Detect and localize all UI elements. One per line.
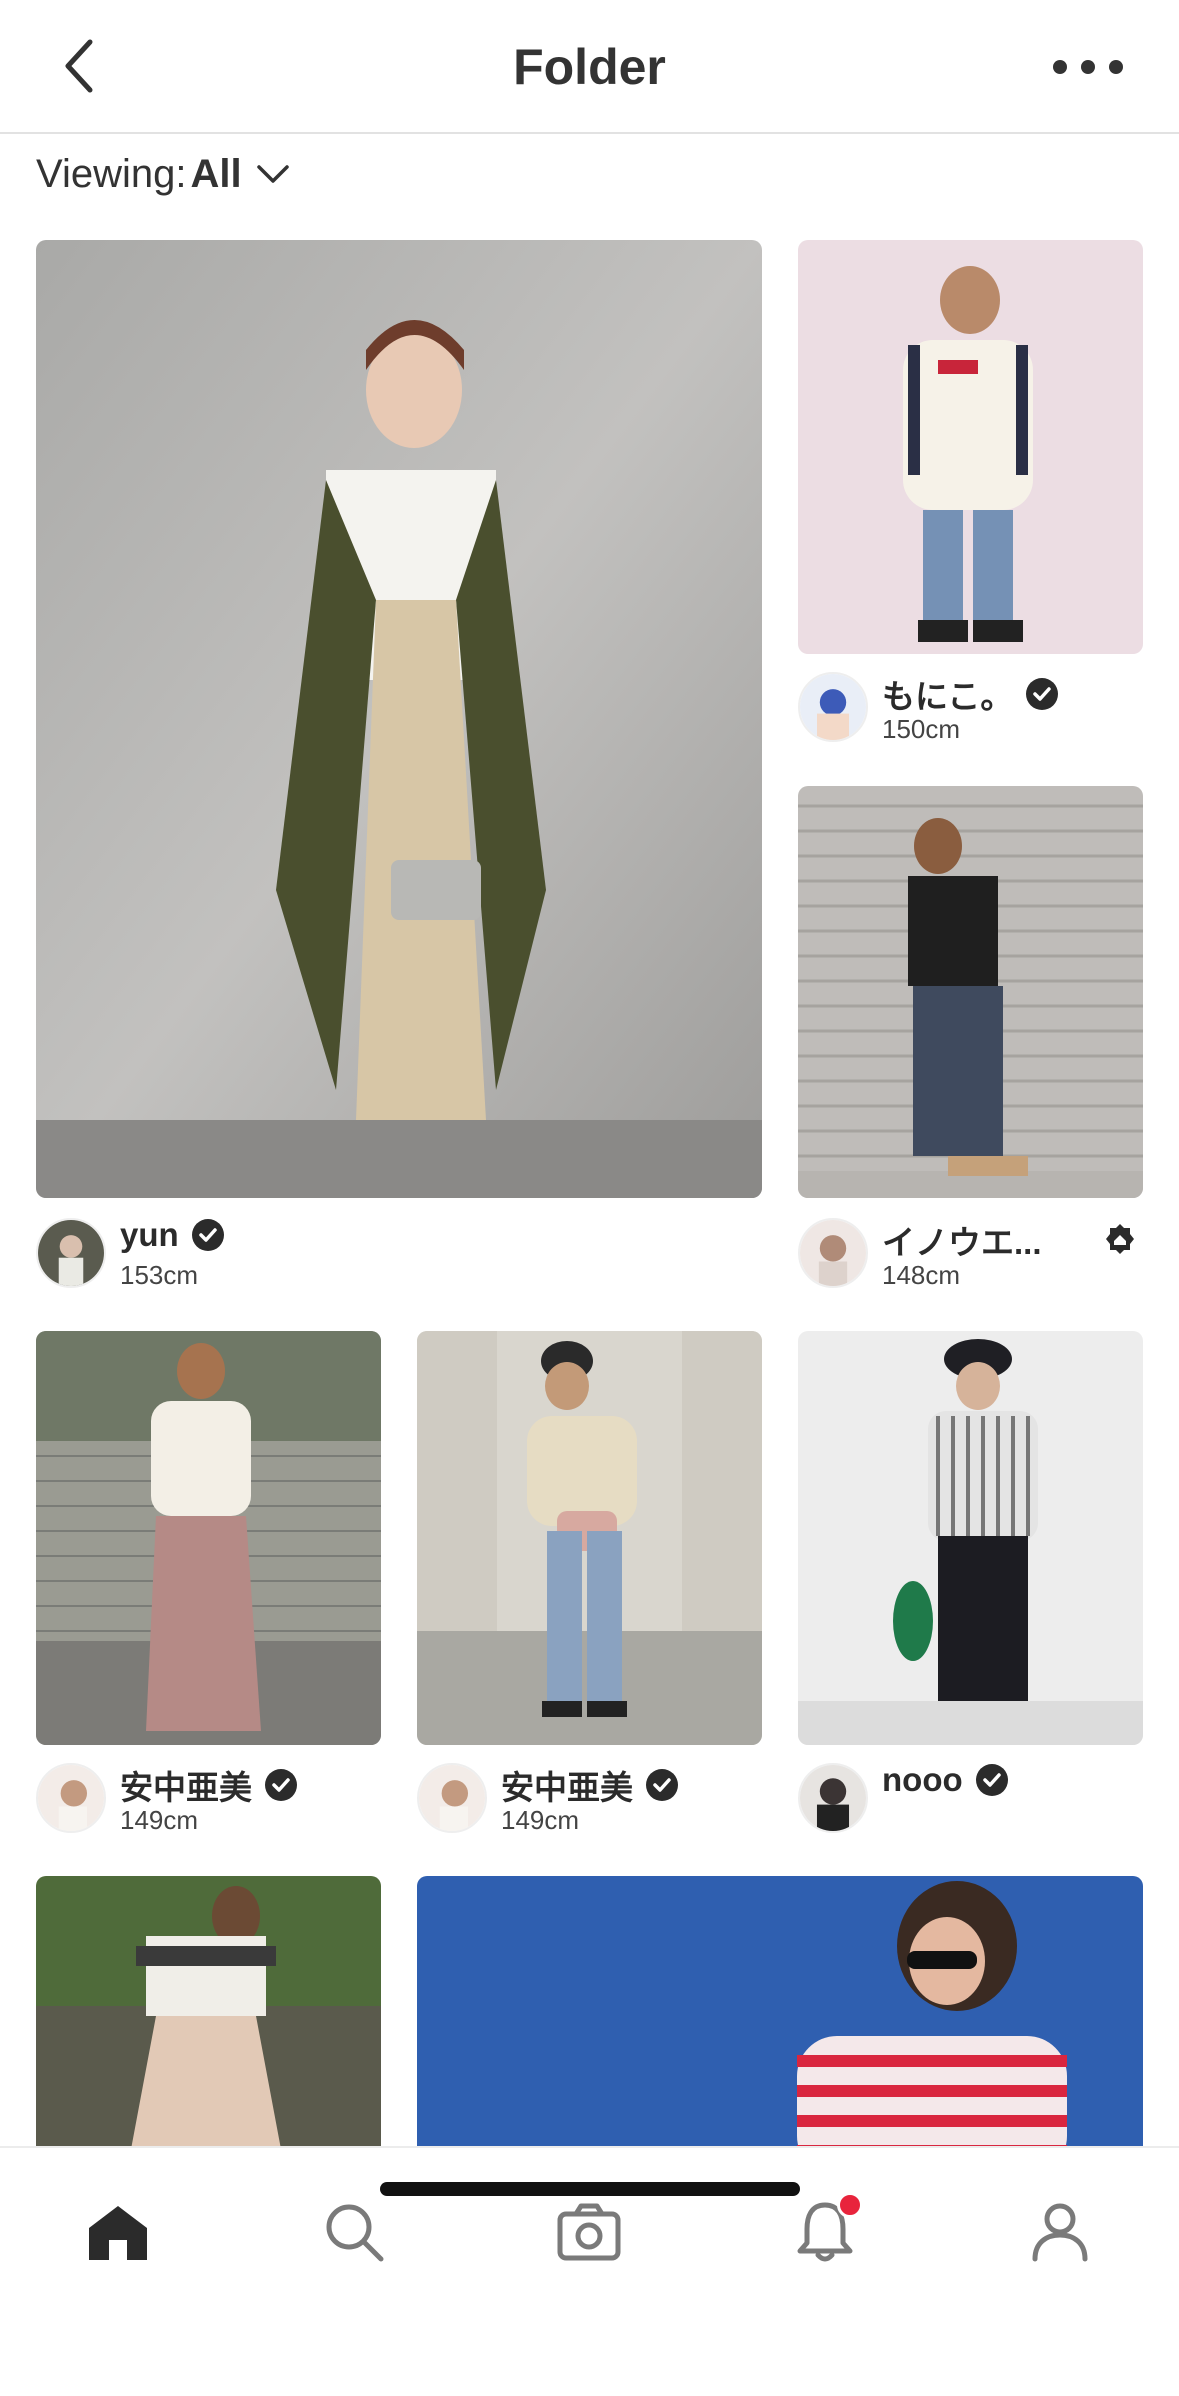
ellipsis-icon: [1053, 60, 1067, 74]
tab-search[interactable]: [314, 2192, 394, 2272]
more-options-button[interactable]: [1053, 50, 1123, 84]
post-card[interactable]: 安中亜美 149cm: [36, 1331, 381, 1841]
post-image[interactable]: [36, 240, 762, 1198]
post-image[interactable]: [36, 1876, 381, 2146]
top-nav-bar: Folder: [0, 0, 1179, 134]
post-card[interactable]: イノウエ... 148cm: [798, 786, 1143, 1290]
username[interactable]: 安中亜美: [120, 1761, 298, 1809]
post-image[interactable]: [36, 1331, 381, 1745]
post-card[interactable]: yun 153cm: [36, 240, 762, 1290]
post-image[interactable]: [798, 240, 1143, 654]
username[interactable]: nooo: [882, 1761, 1009, 1799]
user-height: 148cm: [882, 1260, 961, 1290]
tab-profile[interactable]: [1020, 2192, 1100, 2272]
avatar[interactable]: [798, 672, 868, 742]
verified-badge-icon: [645, 1768, 679, 1802]
post-card[interactable]: [417, 1876, 1143, 2146]
user-height: 150cm: [882, 714, 961, 744]
post-card[interactable]: [36, 1876, 381, 2146]
post-image[interactable]: [798, 786, 1143, 1198]
post-image[interactable]: [417, 1331, 762, 1745]
user-height: 149cm: [501, 1805, 580, 1835]
post-image[interactable]: [798, 1331, 1143, 1745]
post-card[interactable]: もにこ。 150cm: [798, 240, 1143, 750]
chevron-down-icon: [256, 163, 290, 185]
home-indicator: [380, 2182, 800, 2196]
notification-badge: [837, 2192, 863, 2218]
user-height: 153cm: [120, 1260, 199, 1290]
viewing-filter-dropdown[interactable]: Viewing: All: [36, 146, 290, 202]
avatar[interactable]: [798, 1218, 868, 1288]
avatar[interactable]: [417, 1763, 487, 1833]
username[interactable]: yun: [120, 1216, 225, 1254]
search-icon: [326, 2204, 384, 2262]
shop-badge-icon: [1103, 1222, 1137, 1256]
post-card[interactable]: nooo: [798, 1331, 1143, 1841]
avatar[interactable]: [36, 1218, 106, 1288]
avatar[interactable]: [36, 1763, 106, 1833]
username[interactable]: イノウエ...: [882, 1216, 1042, 1264]
avatar[interactable]: [798, 1763, 868, 1833]
profile-icon: [1032, 2203, 1088, 2262]
username[interactable]: 安中亜美: [501, 1761, 679, 1809]
user-height: 149cm: [120, 1805, 199, 1835]
tab-notifications[interactable]: [785, 2192, 865, 2272]
filter-label: Viewing:: [36, 151, 187, 196]
verified-badge-icon: [191, 1218, 225, 1252]
tab-post[interactable]: [549, 2192, 629, 2272]
feed: yun 153cm もにこ。 150cm イノウエ... 148cm 安中亜美 …: [0, 0, 1179, 2146]
verified-badge-icon: [264, 1768, 298, 1802]
verified-badge-icon: [975, 1763, 1009, 1797]
filter-value: All: [190, 151, 242, 196]
post-image[interactable]: [417, 1876, 1143, 2146]
verified-badge-icon: [1025, 677, 1059, 711]
home-icon: [89, 2206, 147, 2260]
post-card[interactable]: 安中亜美 149cm: [417, 1331, 762, 1841]
camera-icon: [557, 2203, 621, 2261]
tab-home[interactable]: [78, 2192, 158, 2272]
page-title: Folder: [513, 39, 666, 95]
username[interactable]: もにこ。: [882, 670, 1059, 718]
